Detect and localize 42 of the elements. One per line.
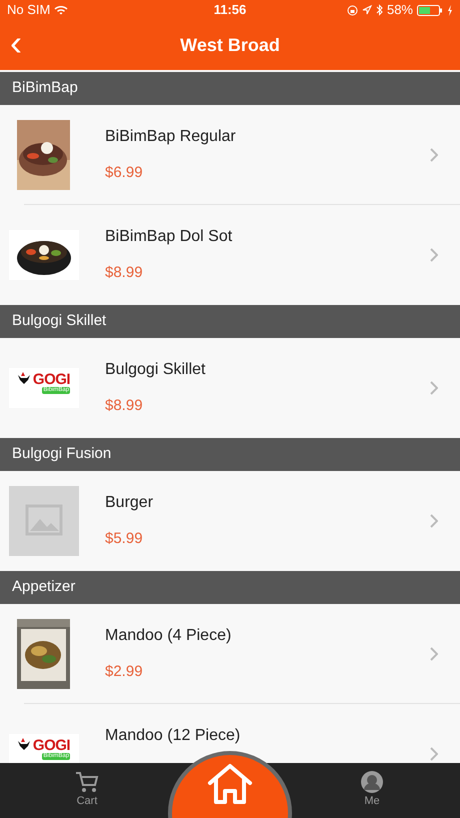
screen-title: West Broad — [180, 34, 280, 56]
section-header: Bulgogi Skillet — [0, 305, 460, 338]
lock-rotation-icon — [346, 4, 358, 16]
profile-tab[interactable]: Me — [297, 763, 447, 818]
item-name: Burger — [105, 492, 154, 512]
location-icon — [362, 5, 372, 15]
item-name: Mandoo (12 Piece) — [105, 726, 242, 746]
battery-icon — [417, 4, 443, 16]
chevron-right-icon — [430, 248, 438, 262]
item-price: $6.99 — [105, 163, 144, 183]
home-icon — [206, 763, 254, 805]
item-name: Mandoo (4 Piece) — [105, 626, 232, 646]
logo-text: GOGI — [32, 738, 70, 752]
item-name: Bulgogi Skillet — [105, 360, 206, 380]
chevron-right-icon — [430, 148, 438, 162]
image-placeholder-icon — [8, 486, 78, 556]
user-icon — [361, 771, 383, 793]
item-price: $8.99 — [105, 263, 144, 283]
carrier-text: No SIM — [7, 1, 50, 20]
bluetooth-icon — [376, 4, 383, 16]
clock-text: 11:56 — [214, 2, 246, 18]
section-header: Bulgogi Fusion — [0, 438, 460, 471]
section-header: BiBimBap — [0, 72, 460, 105]
item-name: BiBimBap Regular — [105, 126, 237, 146]
back-button[interactable]: ‹ — [6, 25, 26, 61]
item-name: BiBimBap Dol Sot — [105, 226, 234, 246]
item-price: $5.99 — [105, 529, 144, 549]
bull-icon — [16, 372, 31, 384]
item-price: $2.99 — [105, 662, 144, 682]
battery-text: 58% — [386, 1, 413, 20]
item-price: $8.99 — [105, 396, 144, 416]
chevron-right-icon — [430, 646, 438, 660]
charging-icon — [447, 4, 453, 16]
chevron-right-icon — [430, 380, 438, 394]
cart-icon — [75, 771, 99, 793]
wifi-icon — [54, 5, 68, 15]
section-header: Appetizer — [0, 571, 460, 604]
logo-text: GOGI — [32, 372, 70, 386]
chevron-right-icon — [430, 746, 438, 760]
chevron-right-icon — [430, 514, 438, 528]
cart-tab[interactable]: Cart — [12, 763, 162, 818]
bull-icon — [16, 738, 31, 750]
